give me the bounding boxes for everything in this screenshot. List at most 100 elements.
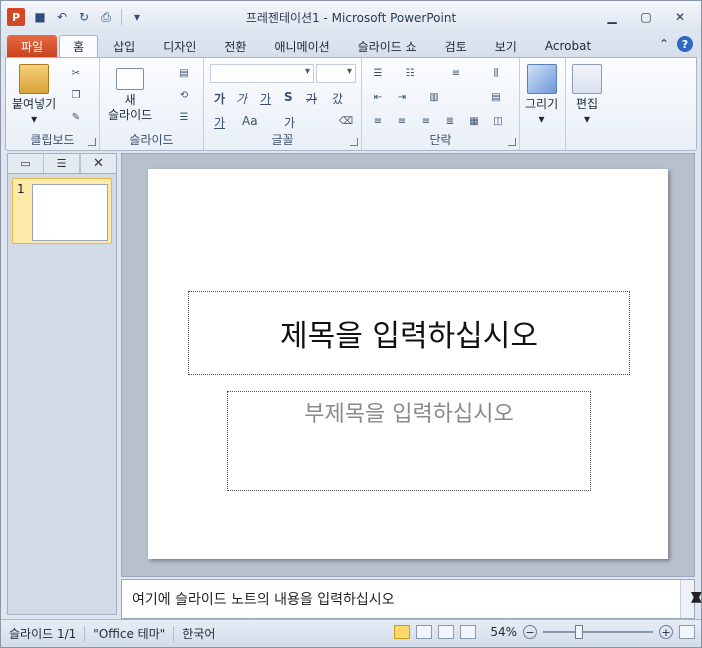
slideshow-view-icon[interactable] <box>460 625 477 639</box>
print-preview-icon[interactable]: ⎙ <box>97 8 115 26</box>
font-color-button[interactable]: 가 <box>214 114 225 131</box>
tab-view[interactable]: 보기 <box>482 35 530 57</box>
paste-dropdown-icon: ▾ <box>31 112 38 126</box>
align-right-icon[interactable]: ≡ <box>418 114 434 128</box>
zoom-in-icon[interactable]: + <box>659 625 673 639</box>
tab-design[interactable]: 디자인 <box>150 35 209 57</box>
shadow-button[interactable]: S <box>284 90 293 104</box>
clear-formatting-icon[interactable]: ⌫ <box>338 114 354 128</box>
window-controls: ▁ ▢ ✕ <box>595 7 697 27</box>
zoom-slider-thumb[interactable] <box>575 625 583 639</box>
pane-close-icon[interactable]: ✕ <box>80 154 116 173</box>
format-painter-icon[interactable]: ✎ <box>68 110 84 124</box>
tab-slideshow[interactable]: 슬라이드 쇼 <box>345 35 430 57</box>
tab-acrobat[interactable]: Acrobat <box>532 35 604 57</box>
change-case-button[interactable]: Aa <box>242 114 258 128</box>
justify-icon[interactable]: ≣ <box>442 114 458 128</box>
font-name-combo[interactable] <box>210 64 314 83</box>
editing-dropdown-icon: ▾ <box>583 112 591 126</box>
tab-home[interactable]: 홈 <box>59 35 99 57</box>
cut-icon[interactable]: ✂ <box>68 66 84 80</box>
zoom-level[interactable]: 54% <box>490 625 517 639</box>
maximize-icon[interactable]: ▢ <box>629 7 663 27</box>
align-text-icon[interactable]: ▤ <box>488 90 504 104</box>
fit-to-window-icon[interactable] <box>679 625 695 639</box>
notes-pane[interactable]: 여기에 슬라이드 노트의 내용을 입력하십시오 ▲ ▼ <box>121 579 702 619</box>
slide-count: 슬라이드 1/1 <box>1 625 86 642</box>
ribbon-tabs: 파일 홈 삽입 디자인 전환 애니메이션 슬라이드 쇼 검토 보기 Acroba… <box>1 33 701 57</box>
drawing-button[interactable]: 그리기 ▾ <box>525 64 558 127</box>
title-bar: P ■ ↶ ↻ ⎙ ▾ 프레젠테이션1 - Microsoft PowerPoi… <box>1 1 701 33</box>
save-icon[interactable]: ■ <box>31 8 49 26</box>
tab-transitions[interactable]: 전환 <box>211 35 259 57</box>
paragraph-launcher-icon[interactable] <box>508 138 516 146</box>
redo-icon[interactable]: ↻ <box>75 8 93 26</box>
notes-placeholder[interactable]: 여기에 슬라이드 노트의 내용을 입력하십시오 <box>132 589 395 609</box>
line-spacing-icon[interactable]: ≡ <box>448 66 464 80</box>
slide-thumbnail[interactable] <box>32 184 108 241</box>
distributed-icon[interactable]: ▦ <box>466 114 482 128</box>
powerpoint-logo-icon[interactable]: P <box>7 8 25 26</box>
clipboard-launcher-icon[interactable] <box>88 138 96 146</box>
editing-button[interactable]: 편집 ▾ <box>572 64 602 127</box>
slides-pane: ▭ ☰ ✕ 1 <box>7 153 117 615</box>
drawing-label: 그리기 <box>525 97 559 111</box>
numbering-icon[interactable]: ☷ <box>402 66 418 80</box>
grow-font-button[interactable]: 가 <box>284 114 295 131</box>
new-slide-button[interactable]: 새 슬라이드 <box>108 64 152 123</box>
slide-number: 1 <box>17 182 25 196</box>
editing-label: 편집 <box>575 97 599 111</box>
tab-review[interactable]: 검토 <box>432 35 480 57</box>
paste-icon <box>19 64 50 94</box>
zoom-out-icon[interactable]: − <box>523 625 537 639</box>
align-left-icon[interactable]: ≡ <box>370 114 386 128</box>
title-placeholder[interactable]: 제목을 입력하십시오 <box>188 291 630 375</box>
increase-indent-icon[interactable]: ⇥ <box>394 90 410 104</box>
language[interactable]: 한국어 <box>174 626 223 642</box>
decrease-indent-icon[interactable]: ⇤ <box>370 90 386 104</box>
bullets-icon[interactable]: ☰ <box>370 66 386 80</box>
slide-canvas[interactable]: 제목을 입력하십시오 부제목을 입력하십시오 <box>148 169 668 559</box>
new-slide-label-2: 슬라이드 <box>108 108 153 122</box>
theme-name: "Office 테마" <box>85 625 175 642</box>
paste-button[interactable]: 붙여넣기 ▾ <box>12 64 56 127</box>
normal-view-icon[interactable] <box>394 625 411 639</box>
copy-icon[interactable]: ❐ <box>68 88 84 102</box>
bold-button[interactable]: 가 <box>214 90 225 107</box>
font-size-combo[interactable] <box>316 64 356 83</box>
undo-icon[interactable]: ↶ <box>53 8 71 26</box>
reset-icon[interactable]: ⟲ <box>176 88 192 102</box>
slides-tab-icon[interactable]: ▭ <box>8 154 44 173</box>
minimize-icon[interactable]: ▁ <box>595 7 629 27</box>
strikethrough-button[interactable]: 가 <box>306 90 317 107</box>
subtitle-placeholder[interactable]: 부제목을 입력하십시오 <box>227 391 591 491</box>
smartart-icon[interactable]: ◫ <box>490 114 506 128</box>
reading-view-icon[interactable] <box>438 625 455 639</box>
font-launcher-icon[interactable] <box>350 138 358 146</box>
align-center-icon[interactable]: ≡ <box>394 114 410 128</box>
outline-tab-icon[interactable]: ☰ <box>44 154 80 173</box>
ribbon: 붙여넣기 ▾ ✂ ❐ ✎ 클립보드 새 슬라이드 ▤ ⟲ ☰ 슬라이드 가 <box>5 57 697 151</box>
italic-button[interactable]: 가 <box>236 90 247 107</box>
font-group: 가 가 가 S 가 갔 가 Aa 가 ⌫ 글꼴 <box>204 58 362 150</box>
tab-animations[interactable]: 애니메이션 <box>261 35 342 57</box>
tab-file[interactable]: 파일 <box>7 35 58 57</box>
slide-thumbnail-selected[interactable]: 1 <box>12 178 112 244</box>
close-icon[interactable]: ✕ <box>663 7 697 27</box>
customize-qat-icon[interactable]: ▾ <box>128 8 146 26</box>
slide-sorter-icon[interactable] <box>416 625 433 639</box>
powerpoint-window: P ■ ↶ ↻ ⎙ ▾ 프레젠테이션1 - Microsoft PowerPoi… <box>0 0 702 648</box>
minimize-ribbon-icon[interactable]: ⌃ <box>659 37 669 51</box>
char-spacing-button[interactable]: 갔 <box>332 90 343 107</box>
notes-scrollbar[interactable]: ▲ ▼ <box>680 580 702 618</box>
tab-insert[interactable]: 삽입 <box>100 35 148 57</box>
scroll-down-icon[interactable]: ▼ <box>691 589 702 605</box>
paste-label: 붙여넣기 <box>12 97 57 111</box>
layout-icon[interactable]: ▤ <box>176 66 192 80</box>
zoom-slider[interactable] <box>543 625 653 639</box>
section-icon[interactable]: ☰ <box>176 110 192 124</box>
help-icon[interactable]: ? <box>677 36 693 52</box>
columns-icon[interactable]: ⫼ <box>488 66 504 80</box>
underline-button[interactable]: 가 <box>260 90 271 107</box>
text-direction-icon[interactable]: ▥ <box>426 90 442 104</box>
